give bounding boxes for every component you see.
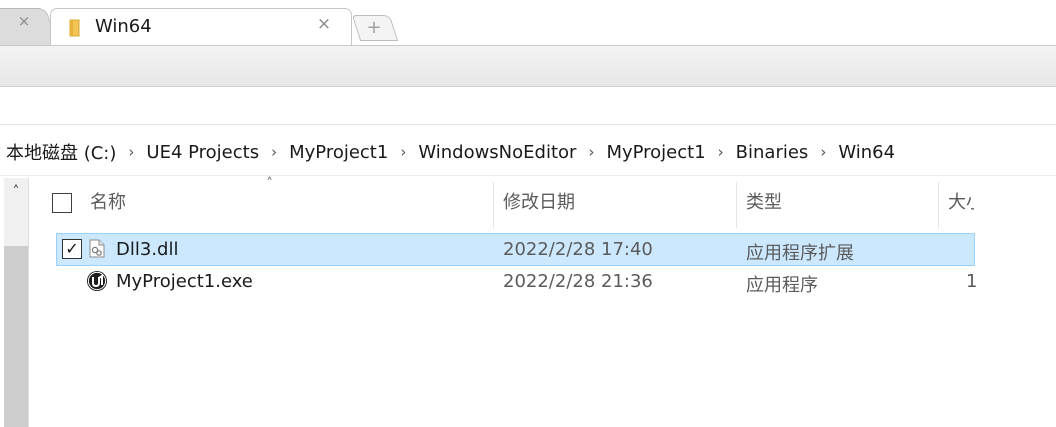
scroll-up-icon[interactable]: ˄ (8, 184, 24, 200)
chevron-right-icon[interactable]: › (810, 143, 836, 161)
sort-ascending-icon: ˄ (266, 176, 273, 192)
breadcrumb-item-myproject1[interactable]: MyProject1 (287, 142, 390, 163)
row-checkbox[interactable]: ✓ (62, 239, 82, 259)
unreal-engine-icon (87, 271, 107, 291)
select-all-checkbox[interactable] (52, 193, 72, 213)
file-modified: 2022/2/28 21:36 (503, 271, 653, 292)
breadcrumb-item-binaries[interactable]: Binaries (734, 142, 811, 163)
file-name[interactable]: Dll3.dll (116, 239, 178, 260)
tab-title: Win64 (95, 16, 152, 37)
column-header-size[interactable]: 大小 (948, 188, 974, 214)
divider (0, 124, 1056, 125)
scrollbar-thumb[interactable] (4, 246, 28, 427)
dll-file-icon (89, 239, 105, 258)
plus-icon[interactable]: + (364, 18, 384, 38)
tab-close-icon[interactable]: × (17, 14, 31, 29)
column-divider[interactable] (493, 182, 494, 228)
breadcrumb: 本地磁盘 (C:) › UE4 Projects › MyProject1 › … (4, 139, 897, 165)
breadcrumb-item-win64[interactable]: Win64 (836, 142, 897, 163)
file-name[interactable]: MyProject1.exe (116, 271, 253, 292)
file-type: 应用程序扩展 (746, 243, 854, 264)
column-divider[interactable] (736, 182, 737, 228)
divider (0, 175, 1056, 176)
breadcrumb-item-drive[interactable]: 本地磁盘 (C:) (4, 139, 118, 165)
breadcrumb-item-ue4-projects[interactable]: UE4 Projects (144, 142, 261, 163)
chevron-right-icon[interactable]: › (390, 143, 416, 161)
close-icon[interactable]: × (316, 16, 332, 33)
chevron-right-icon[interactable]: › (118, 143, 144, 161)
chevron-right-icon[interactable]: › (261, 143, 287, 161)
file-size: 1 (966, 271, 978, 292)
breadcrumb-item-windowsnoeditor[interactable]: WindowsNoEditor (416, 142, 578, 163)
file-type: 应用程序 (746, 275, 818, 296)
chevron-right-icon[interactable]: › (578, 143, 604, 161)
column-header-type[interactable]: 类型 (746, 188, 782, 214)
file-modified: 2022/2/28 17:40 (503, 239, 653, 260)
breadcrumb-item-myproject1-sub[interactable]: MyProject1 (604, 142, 707, 163)
column-header-name[interactable]: 名称 (90, 188, 126, 214)
column-divider[interactable] (938, 182, 939, 228)
folder-icon (69, 19, 80, 37)
chevron-right-icon[interactable]: › (708, 143, 734, 161)
toolbar-band (0, 45, 1056, 87)
column-header-modified[interactable]: 修改日期 (503, 188, 575, 214)
